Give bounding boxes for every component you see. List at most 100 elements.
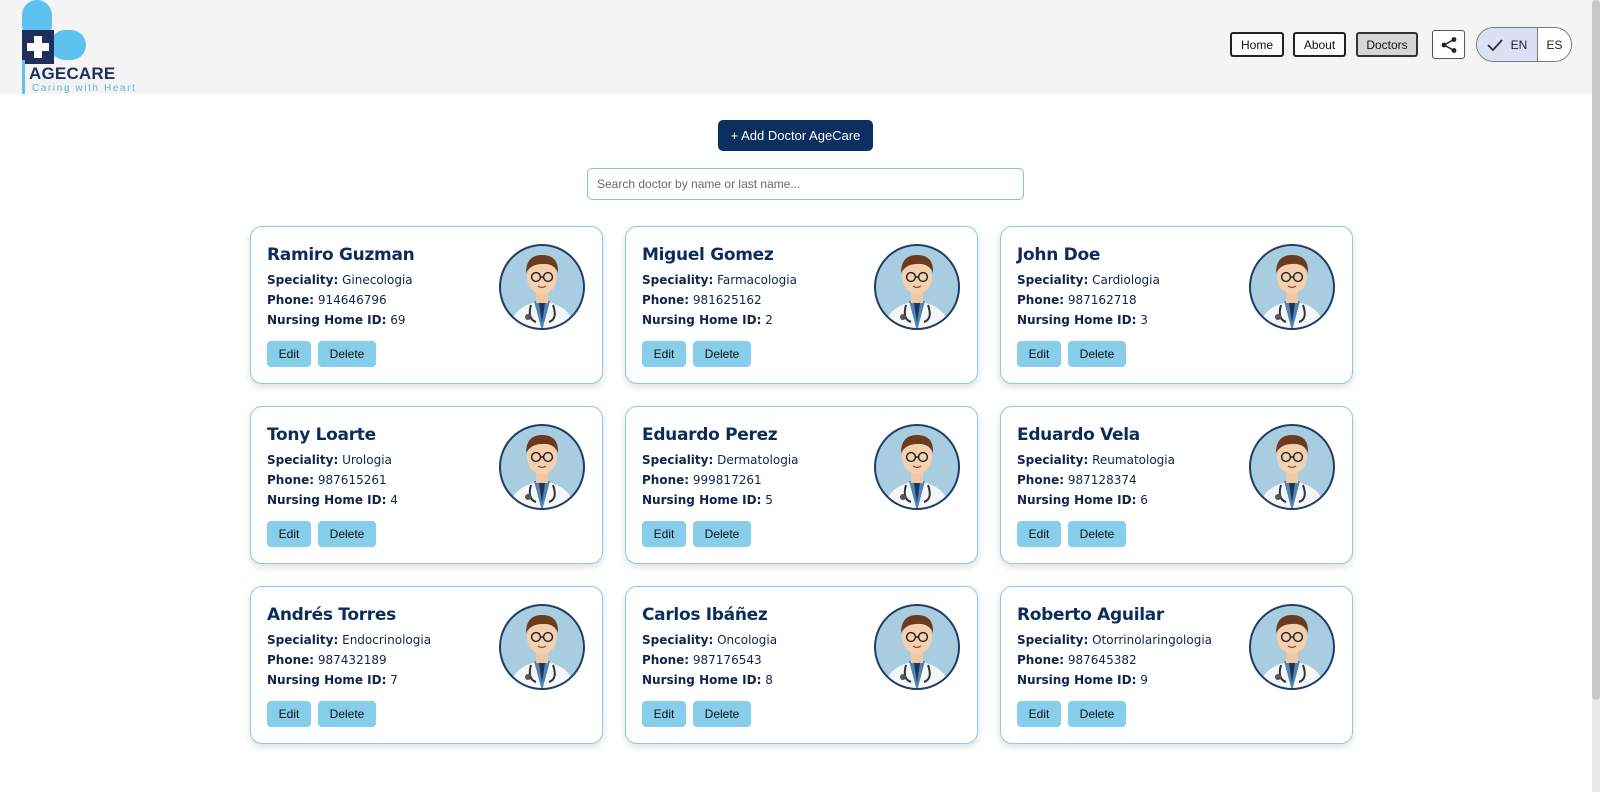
delete-button[interactable]: Delete [693, 341, 751, 367]
delete-button[interactable]: Delete [1068, 701, 1126, 727]
phone-label: Phone: [642, 653, 690, 667]
search-input[interactable] [587, 168, 1024, 200]
nav-home-button[interactable]: Home [1230, 32, 1284, 57]
doctor-speciality: Speciality: Cardiologia [1017, 273, 1160, 287]
speciality-label: Speciality: [1017, 633, 1089, 647]
doctor-phone: Phone: 987176543 [642, 653, 762, 667]
doctor-avatar-icon [1249, 244, 1335, 330]
edit-button[interactable]: Edit [642, 341, 686, 367]
nursing-home-label: Nursing Home ID: [267, 673, 387, 687]
brand-name: AGECARE [29, 64, 116, 83]
speciality-label: Speciality: [642, 453, 714, 467]
edit-button[interactable]: Edit [1017, 701, 1061, 727]
speciality-value: Urologia [342, 453, 392, 467]
doctor-avatar-icon [1249, 604, 1335, 690]
phone-value: 987128374 [1067, 473, 1137, 487]
language-es-option[interactable]: ES [1538, 28, 1571, 61]
phone-value: 914646796 [317, 293, 387, 307]
doctor-phone: Phone: 999817261 [642, 473, 762, 487]
nursing-home-value: 2 [765, 313, 773, 327]
phone-label: Phone: [267, 293, 315, 307]
phone-label: Phone: [267, 473, 315, 487]
speciality-value: Reumatologia [1092, 453, 1175, 467]
edit-button[interactable]: Edit [267, 701, 311, 727]
edit-button[interactable]: Edit [1017, 341, 1061, 367]
nursing-home-label: Nursing Home ID: [642, 493, 762, 507]
doctor-card: Tony Loarte Speciality: Urologia Phone: … [250, 406, 603, 564]
phone-label: Phone: [267, 653, 315, 667]
doctor-avatar-icon [874, 604, 960, 690]
doctor-phone: Phone: 987162718 [1017, 293, 1137, 307]
edit-button[interactable]: Edit [267, 341, 311, 367]
add-doctor-button[interactable]: + Add Doctor AgeCare [718, 120, 873, 151]
nursing-home-label: Nursing Home ID: [642, 313, 762, 327]
doctor-name: Andrés Torres [267, 605, 396, 625]
phone-value: 987176543 [692, 653, 762, 667]
doctor-card: Ramiro Guzman Speciality: Ginecologia Ph… [250, 226, 603, 384]
delete-button[interactable]: Delete [693, 701, 751, 727]
doctor-nursing-home: Nursing Home ID: 8 [642, 673, 773, 687]
language-en-label: EN [1510, 37, 1528, 52]
language-toggle: EN ES [1476, 27, 1572, 62]
doctor-name: Eduardo Vela [1017, 425, 1140, 445]
phone-label: Phone: [642, 293, 690, 307]
doctor-name: Ramiro Guzman [267, 245, 415, 265]
speciality-value: Ginecologia [342, 273, 413, 287]
doctor-card: Carlos Ibáñez Speciality: Oncologia Phon… [625, 586, 978, 744]
doctor-phone: Phone: 987432189 [267, 653, 387, 667]
speciality-label: Speciality: [642, 273, 714, 287]
speciality-value: Oncologia [717, 633, 778, 647]
scrollbar-thumb[interactable] [1592, 0, 1600, 700]
doctor-name: John Doe [1017, 245, 1101, 265]
doctor-name: Eduardo Perez [642, 425, 778, 445]
share-icon [1441, 36, 1456, 53]
edit-button[interactable]: Edit [267, 521, 311, 547]
doctor-card: Eduardo Perez Speciality: Dermatologia P… [625, 406, 978, 564]
check-icon [1487, 38, 1503, 51]
nursing-home-value: 3 [1140, 313, 1148, 327]
nav-doctors-button[interactable]: Doctors [1356, 32, 1418, 57]
delete-button[interactable]: Delete [318, 521, 376, 547]
brand-tagline: Caring with Heart [32, 83, 137, 94]
delete-button[interactable]: Delete [318, 341, 376, 367]
share-button[interactable] [1432, 30, 1465, 59]
doctor-nursing-home: Nursing Home ID: 9 [1017, 673, 1148, 687]
doctor-name: Tony Loarte [267, 425, 376, 445]
phone-label: Phone: [1017, 473, 1065, 487]
doctor-speciality: Speciality: Reumatologia [1017, 453, 1175, 467]
doctor-avatar-icon [499, 244, 585, 330]
doctor-nursing-home: Nursing Home ID: 3 [1017, 313, 1148, 327]
doctor-phone: Phone: 987615261 [267, 473, 387, 487]
speciality-label: Speciality: [267, 453, 339, 467]
delete-button[interactable]: Delete [1068, 521, 1126, 547]
page-scrollbar[interactable] [1592, 0, 1600, 792]
doctor-phone: Phone: 981625162 [642, 293, 762, 307]
doctor-phone: Phone: 987645382 [1017, 653, 1137, 667]
delete-button[interactable]: Delete [693, 521, 751, 547]
speciality-value: Farmacologia [717, 273, 797, 287]
doctor-card: Eduardo Vela Speciality: Reumatologia Ph… [1000, 406, 1353, 564]
doctor-avatar-icon [874, 424, 960, 510]
doctor-speciality: Speciality: Otorrinolaringologia [1017, 633, 1212, 647]
edit-button[interactable]: Edit [642, 521, 686, 547]
delete-button[interactable]: Delete [1068, 341, 1126, 367]
doctor-speciality: Speciality: Ginecologia [267, 273, 413, 287]
phone-value: 987615261 [317, 473, 387, 487]
delete-button[interactable]: Delete [318, 701, 376, 727]
nav-about-button[interactable]: About [1293, 32, 1346, 57]
top-navbar: AGECARE Caring with Heart Home About Doc… [0, 0, 1592, 94]
nursing-home-value: 4 [390, 493, 398, 507]
speciality-label: Speciality: [1017, 273, 1089, 287]
language-en-option[interactable]: EN [1477, 28, 1538, 61]
doctor-name: Roberto Aguilar [1017, 605, 1165, 625]
doctor-nursing-home: Nursing Home ID: 2 [642, 313, 773, 327]
doctor-speciality: Speciality: Urologia [267, 453, 392, 467]
phone-value: 987162718 [1067, 293, 1137, 307]
doctor-speciality: Speciality: Endocrinologia [267, 633, 431, 647]
edit-button[interactable]: Edit [642, 701, 686, 727]
speciality-label: Speciality: [1017, 453, 1089, 467]
phone-value: 987432189 [317, 653, 387, 667]
edit-button[interactable]: Edit [1017, 521, 1061, 547]
doctor-card: Andrés Torres Speciality: Endocrinologia… [250, 586, 603, 744]
speciality-label: Speciality: [642, 633, 714, 647]
